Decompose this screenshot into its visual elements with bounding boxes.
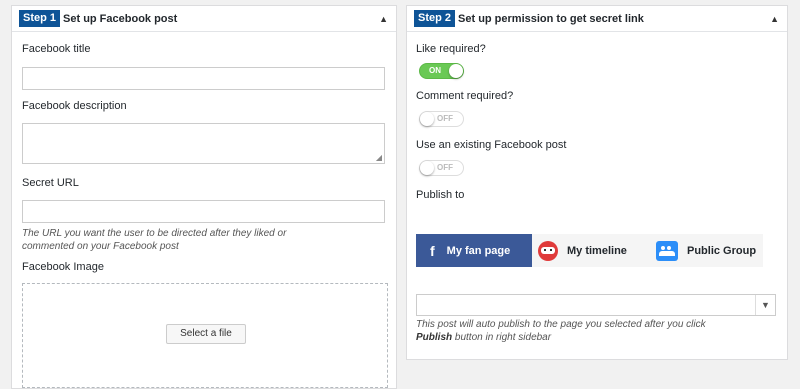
step1-badge: Step 1 [19, 10, 61, 27]
group-icon [656, 240, 678, 261]
existing-post-label: Use an existing Facebook post [416, 139, 567, 151]
tab-public-group[interactable]: Public Group [650, 234, 763, 267]
existing-post-state: OFF [437, 163, 453, 172]
toggle-knob [420, 112, 434, 126]
publish-help-rest: button in right sidebar [454, 332, 552, 343]
chevron-down-icon[interactable]: ▼ [755, 295, 775, 315]
select-file-button[interactable]: Select a file [166, 324, 246, 344]
collapse-up-icon[interactable]: ▲ [770, 14, 779, 24]
publish-help-bold: Publish [416, 332, 453, 343]
step1-panel: Step 1 Set up Facebook post ▲ Facebook t… [11, 5, 397, 389]
like-required-toggle[interactable]: ON [419, 63, 464, 79]
step2-header[interactable]: Step 2 Set up permission to get secret l… [407, 6, 787, 32]
secret-url-label: Secret URL [22, 177, 79, 189]
tab-my-timeline[interactable]: My timeline [532, 234, 650, 267]
resize-handle-icon[interactable]: ◢ [376, 154, 382, 162]
publish-to-label: Publish to [416, 189, 465, 201]
like-required-state: ON [429, 66, 441, 75]
toggle-knob [420, 161, 434, 175]
facebook-description-textarea[interactable]: ◢ [22, 123, 385, 164]
like-required-label: Like required? [416, 43, 486, 55]
facebook-image-label: Facebook Image [22, 261, 104, 273]
toggle-knob [449, 64, 463, 78]
step1-title: Set up Facebook post [63, 12, 178, 25]
publish-help-line2: Publish button in right sidebar [416, 331, 706, 344]
existing-post-toggle[interactable]: OFF [419, 160, 464, 176]
publish-target-tabs: f My fan page My timeline Public Group [416, 234, 763, 267]
secret-url-help-line1: The URL you want the user to be directed… [22, 228, 287, 239]
publish-help: This post will auto publish to the page … [416, 318, 706, 344]
comment-required-state: OFF [437, 114, 453, 123]
facebook-title-input[interactable] [22, 67, 385, 90]
secret-url-help: The URL you want the user to be directed… [22, 227, 286, 253]
step2-badge: Step 2 [414, 10, 456, 27]
publish-help-line1: This post will auto publish to the page … [416, 319, 706, 330]
tab-public-group-label: Public Group [687, 244, 757, 257]
tab-my-timeline-label: My timeline [567, 244, 627, 257]
page-select[interactable]: ▼ [416, 294, 776, 316]
secret-url-input[interactable] [22, 200, 385, 223]
collapse-up-icon[interactable]: ▲ [379, 14, 388, 24]
facebook-title-label: Facebook title [22, 43, 91, 55]
comment-required-toggle[interactable]: OFF [419, 111, 464, 127]
step2-panel: Step 2 Set up permission to get secret l… [406, 5, 788, 360]
tab-my-fan-page[interactable]: f My fan page [416, 234, 532, 267]
tab-my-fan-page-label: My fan page [446, 244, 511, 257]
step2-title: Set up permission to get secret link [458, 12, 644, 25]
secret-url-help-line2: commented on your Facebook post [22, 241, 179, 252]
facebook-description-label: Facebook description [22, 100, 127, 112]
robot-icon [538, 240, 558, 261]
facebook-icon: f [430, 242, 435, 259]
comment-required-label: Comment required? [416, 90, 514, 102]
image-dropzone[interactable]: Select a file [22, 283, 388, 388]
step1-header[interactable]: Step 1 Set up Facebook post ▲ [12, 6, 396, 32]
